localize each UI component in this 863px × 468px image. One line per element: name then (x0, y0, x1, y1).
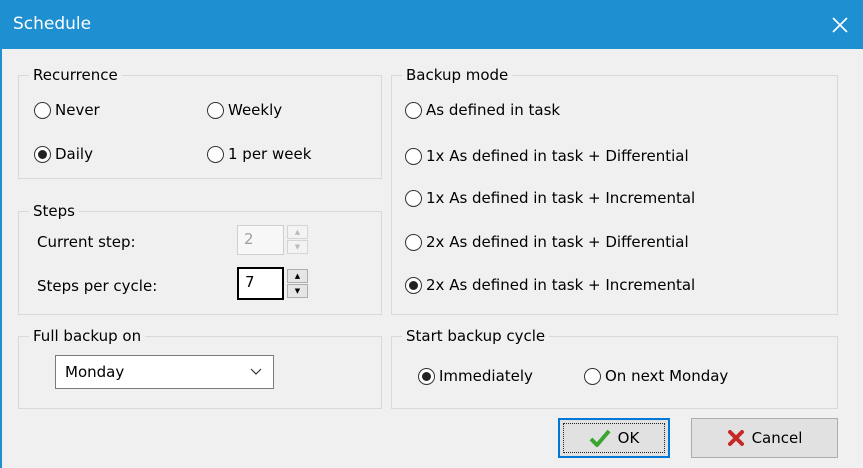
ok-label: OK (617, 429, 640, 447)
backup-mode-legend: Backup mode (402, 65, 513, 85)
mode-2x-incremental-radio[interactable]: 2x As defined in task + Incremental (405, 276, 695, 294)
spin-down-icon: ▼ (287, 240, 308, 254)
radio-label: As defined in task (426, 101, 561, 119)
selected-day: Monday (65, 363, 125, 381)
chevron-down-icon (239, 368, 273, 376)
start-cycle-legend: Start backup cycle (402, 326, 550, 346)
radio-label: 2x As defined in task + Differential (426, 233, 689, 251)
radio-circle (405, 147, 422, 165)
steps-per-cycle-spinner[interactable]: ▲ ▼ (287, 269, 308, 298)
window-left-border (0, 49, 2, 468)
steps-per-cycle-input[interactable]: 7 (237, 267, 284, 300)
cancel-label: Cancel (751, 429, 803, 447)
full-backup-legend: Full backup on (29, 326, 146, 346)
mode-1x-differential-radio[interactable]: 1x As defined in task + Differential (405, 147, 689, 165)
recurrence-legend: Recurrence (29, 65, 122, 85)
mode-1x-incremental-radio[interactable]: 1x As defined in task + Incremental (405, 189, 695, 207)
radio-label: 1x As defined in task + Incremental (426, 189, 696, 207)
radio-circle (207, 101, 224, 119)
mode-as-defined-radio[interactable]: As defined in task (405, 101, 560, 119)
radio-circle (34, 101, 51, 119)
full-backup-day-select[interactable]: Monday (55, 355, 274, 389)
radio-label: 1x As defined in task + Differential (426, 147, 689, 165)
radio-circle (207, 145, 224, 163)
current-step-spinner: ▲ ▼ (287, 225, 308, 254)
window-title: Schedule (13, 14, 92, 34)
radio-label: Daily (55, 145, 93, 163)
recurrence-weekly-radio[interactable]: Weekly (207, 101, 282, 119)
radio-label: Never (55, 101, 100, 119)
start-next-monday-radio[interactable]: On next Monday (584, 367, 728, 385)
checkmark-icon (589, 429, 611, 447)
title-bar: Schedule (0, 0, 863, 49)
radio-label: 2x As defined in task + Incremental (426, 276, 696, 294)
cancel-button[interactable]: Cancel (691, 418, 838, 458)
radio-circle (405, 189, 422, 207)
recurrence-daily-radio[interactable]: Daily (34, 145, 93, 163)
steps-group: Steps (18, 201, 382, 315)
x-mark-icon (727, 430, 744, 446)
spin-up-icon: ▲ (287, 225, 308, 239)
recurrence-1-per-week-radio[interactable]: 1 per week (207, 145, 311, 163)
spin-up-icon[interactable]: ▲ (287, 269, 308, 283)
radio-circle (405, 276, 422, 294)
close-button[interactable] (817, 0, 863, 49)
recurrence-never-radio[interactable]: Never (34, 101, 100, 119)
radio-label: On next Monday (605, 367, 729, 385)
recurrence-group: Recurrence (18, 65, 382, 179)
current-step-label: Current step: (37, 233, 136, 251)
radio-circle (405, 101, 422, 119)
spin-down-icon[interactable]: ▼ (287, 284, 308, 298)
radio-circle (418, 367, 435, 385)
radio-label: 1 per week (228, 145, 312, 163)
current-step-input: 2 (237, 225, 284, 255)
mode-2x-differential-radio[interactable]: 2x As defined in task + Differential (405, 233, 689, 251)
radio-label: Weekly (228, 101, 283, 119)
radio-circle (34, 145, 51, 163)
radio-label: Immediately (439, 367, 533, 385)
steps-per-cycle-label: Steps per cycle: (37, 277, 158, 295)
ok-button[interactable]: OK (558, 418, 670, 458)
close-icon (832, 16, 848, 33)
radio-circle (584, 367, 601, 385)
radio-circle (405, 233, 422, 251)
start-immediately-radio[interactable]: Immediately (418, 367, 533, 385)
steps-legend: Steps (29, 201, 79, 221)
